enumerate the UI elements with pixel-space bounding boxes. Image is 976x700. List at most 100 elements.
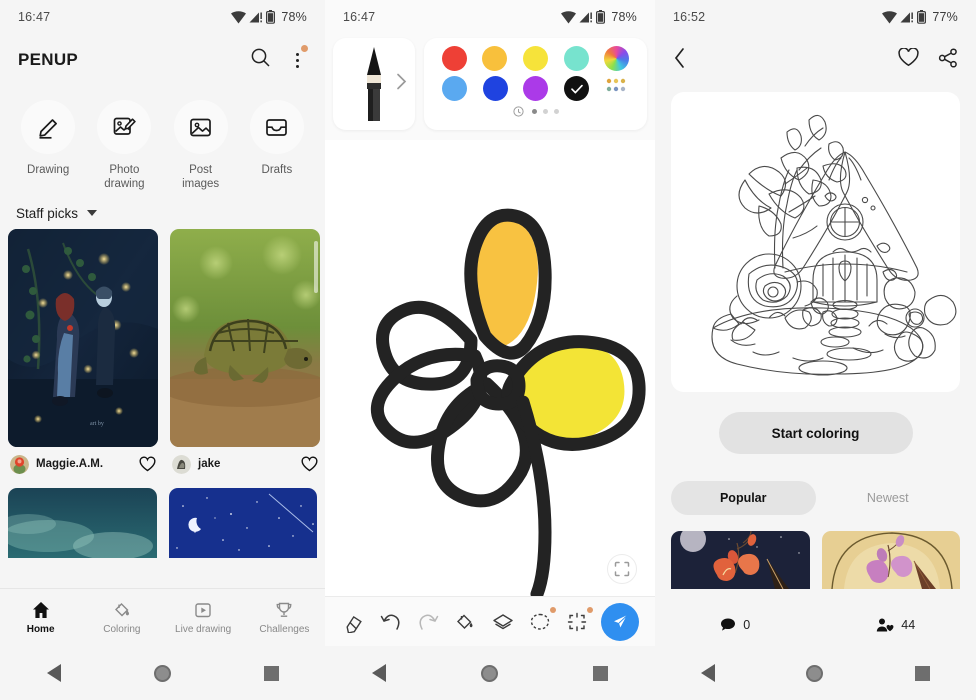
page-dot[interactable] xyxy=(531,109,537,114)
battery-percent: 77% xyxy=(932,10,958,24)
send-paper-plane-icon[interactable] xyxy=(601,602,640,641)
artwork-author[interactable]: Maggie.A.M. xyxy=(36,458,132,470)
nav-label: Live drawing xyxy=(175,624,232,635)
avatar[interactable] xyxy=(172,454,191,474)
heart-outline-icon[interactable] xyxy=(301,456,318,472)
artwork-thumbnail[interactable] xyxy=(821,531,960,589)
quick-action-photo-drawing[interactable]: Photo drawing xyxy=(88,100,160,192)
color-wheel-swatch[interactable] xyxy=(604,46,630,71)
brush-preview-button[interactable] xyxy=(333,38,415,130)
transform-icon[interactable] xyxy=(564,606,594,635)
quick-action-drafts[interactable]: Drafts xyxy=(241,100,313,192)
eraser-icon[interactable] xyxy=(341,609,367,635)
color-swatch-purple[interactable] xyxy=(523,76,549,101)
status-bar: 16:47 78% xyxy=(325,0,655,34)
artwork-thumbnail[interactable] xyxy=(170,228,320,447)
wifi-icon xyxy=(561,10,577,23)
tool-badge xyxy=(549,606,556,613)
check-icon xyxy=(570,84,583,93)
system-back-button[interactable] xyxy=(372,664,387,682)
system-home-button[interactable] xyxy=(480,664,498,682)
artwork-thumbnail[interactable] xyxy=(671,531,810,589)
artwork-card[interactable]: jake xyxy=(170,228,320,474)
system-back-button[interactable] xyxy=(700,664,715,682)
undo-icon[interactable] xyxy=(378,609,404,635)
page-dot[interactable] xyxy=(542,109,548,114)
system-home-button[interactable] xyxy=(153,664,171,682)
tool-badge xyxy=(587,606,594,613)
heart-outline-icon[interactable] xyxy=(898,47,919,72)
status-icons xyxy=(231,10,276,24)
signal-icon xyxy=(900,12,914,22)
staff-picks-cards: art by Maggie.A.M. jake xyxy=(0,228,325,474)
bottom-navigation: Home Coloring Live drawing Challenges xyxy=(0,588,325,646)
system-recents-button[interactable] xyxy=(263,665,279,681)
nav-item-live-drawing[interactable]: Live drawing xyxy=(164,600,242,635)
fan-count[interactable]: 44 xyxy=(816,617,976,633)
signal-icon xyxy=(579,12,593,22)
heart-outline-icon[interactable] xyxy=(139,456,156,472)
status-bar: 16:47 78% xyxy=(0,0,325,34)
battery-percent: 78% xyxy=(281,10,307,24)
comment-icon xyxy=(721,618,736,631)
color-swatch-black-selected[interactable] xyxy=(564,76,590,101)
nav-item-challenges[interactable]: Challenges xyxy=(245,600,323,635)
expand-fullscreen-icon[interactable] xyxy=(607,554,637,584)
color-swatch-blue[interactable] xyxy=(482,76,508,101)
drawing-tools-bar xyxy=(325,596,655,646)
lasso-select-icon[interactable] xyxy=(527,606,556,635)
fairy-house-magnolia-lineart xyxy=(672,96,959,388)
nav-item-coloring[interactable]: Coloring xyxy=(83,600,161,635)
tab-newest[interactable]: Newest xyxy=(816,481,961,515)
pencil-icon xyxy=(21,100,76,154)
quick-action-label: Drawing xyxy=(27,164,70,176)
quick-action-label: Post images xyxy=(182,164,220,191)
drawing-canvas[interactable] xyxy=(325,140,655,596)
search-icon[interactable] xyxy=(250,47,271,73)
nav-item-home[interactable]: Home xyxy=(2,600,80,635)
quick-action-post-images[interactable]: Post images xyxy=(165,100,237,192)
artwork-card[interactable]: art by Maggie.A.M. xyxy=(8,228,158,474)
home-icon xyxy=(32,602,49,618)
artwork-author[interactable]: jake xyxy=(198,458,294,470)
system-back-button[interactable] xyxy=(46,664,61,682)
color-swatch-mint[interactable] xyxy=(563,46,589,71)
penup-home-screen: 16:47 78% PENUP Drawing Photo drawing Po… xyxy=(0,0,325,700)
more-vertical-icon[interactable] xyxy=(287,45,308,71)
artwork-thumbnail[interactable] xyxy=(168,487,317,558)
system-recents-button[interactable] xyxy=(592,665,608,681)
system-home-button[interactable] xyxy=(806,664,824,682)
chevron-right-icon[interactable] xyxy=(396,73,407,96)
tab-popular[interactable]: Popular xyxy=(671,481,816,515)
sort-tabs: Popular Newest xyxy=(671,481,960,515)
page-dot[interactable] xyxy=(553,109,559,114)
staff-picks-header[interactable]: Staff picks xyxy=(0,196,325,229)
status-time: 16:47 xyxy=(18,10,51,24)
recent-colors-grid-icon[interactable] xyxy=(605,76,629,101)
trophy-icon xyxy=(276,602,292,617)
color-swatch-light-blue[interactable] xyxy=(441,76,467,101)
chevron-down-icon[interactable] xyxy=(87,210,98,217)
system-navigation-bar xyxy=(655,646,976,700)
play-box-icon xyxy=(195,603,211,618)
artwork-thumbnail[interactable] xyxy=(8,487,157,558)
color-swatch-red[interactable] xyxy=(441,46,467,71)
fill-bucket-icon[interactable] xyxy=(452,609,478,635)
redo-icon[interactable] xyxy=(415,609,441,635)
quick-action-drawing[interactable]: Drawing xyxy=(12,100,84,192)
color-swatch-yellow[interactable] xyxy=(522,46,548,71)
system-navigation-bar xyxy=(0,646,325,700)
coloring-page-preview[interactable] xyxy=(671,92,960,392)
related-artwork-thumbnails xyxy=(671,531,960,589)
system-recents-button[interactable] xyxy=(915,665,931,681)
color-palette xyxy=(424,38,647,130)
comment-count[interactable]: 0 xyxy=(655,617,816,633)
layers-icon[interactable] xyxy=(490,609,516,635)
avatar[interactable] xyxy=(10,454,29,474)
artwork-thumbnail[interactable]: art by xyxy=(8,228,158,447)
start-coloring-button[interactable]: Start coloring xyxy=(718,412,913,454)
stat-value: 0 xyxy=(743,618,751,632)
share-icon[interactable] xyxy=(938,47,958,73)
chevron-left-icon[interactable] xyxy=(673,47,686,74)
color-swatch-amber[interactable] xyxy=(482,46,508,71)
